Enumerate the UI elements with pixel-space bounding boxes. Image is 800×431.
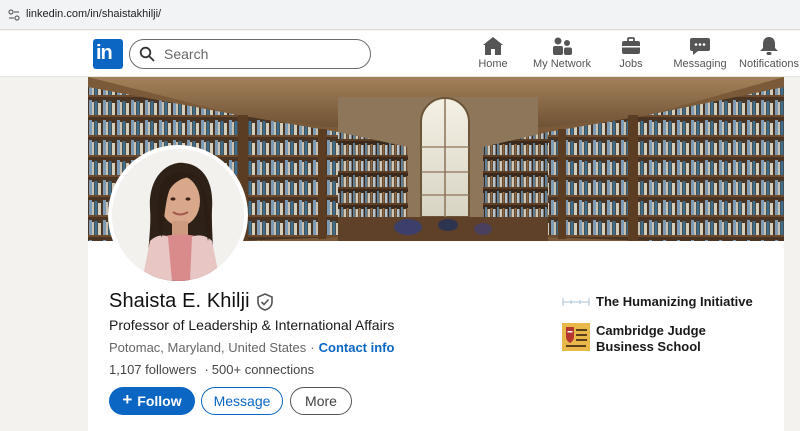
briefcase-icon (622, 37, 640, 54)
follow-button-label: Follow (137, 393, 182, 409)
nav-jobs[interactable]: Jobs (614, 36, 648, 76)
home-icon (483, 37, 503, 55)
logo-text: in (96, 42, 113, 64)
bell-icon (760, 37, 778, 55)
nav-jobs-label: Jobs (619, 58, 643, 70)
nav-my-network[interactable]: My Network (530, 36, 594, 76)
organization-name: The Humanizing Initiative (596, 294, 753, 309)
organization-name: Cambridge Judge Business School (596, 323, 706, 354)
organization-humanizing-initiative[interactable]: The Humanizing Initiative (562, 294, 766, 310)
nav-notifications[interactable]: Notifications (739, 36, 799, 76)
profile-name: Shaista E. Khilji (109, 290, 250, 312)
url-text[interactable]: linkedin.com/in/shaistakhilji/ (26, 8, 161, 20)
browser-url-bar[interactable]: linkedin.com/in/shaistakhilji/ (0, 0, 800, 30)
nav-my-network-label: My Network (532, 58, 592, 70)
message-button[interactable]: Message (201, 387, 283, 415)
nav-messaging[interactable]: Messaging (673, 36, 727, 76)
nav-messaging-label: Messaging (673, 58, 727, 70)
site-info-icon[interactable] (8, 9, 20, 21)
profile-photo[interactable] (108, 145, 248, 285)
separator-dot: · (204, 362, 209, 377)
contact-info-link[interactable]: Contact info (319, 340, 395, 355)
linkedin-logo[interactable]: in (93, 39, 123, 69)
follow-button[interactable]: + Follow (109, 387, 195, 415)
profile-location: Potomac, Maryland, United States (109, 340, 307, 355)
verified-shield-icon[interactable] (256, 292, 274, 311)
followers-count: 1,107 followers (109, 362, 197, 377)
plus-icon: + (122, 390, 133, 409)
humanizing-initiative-logo (562, 298, 590, 306)
name-row: Shaista E. Khilji (109, 290, 274, 313)
stats-row: 1,107 followers · 500+ connections (109, 362, 314, 377)
search-input[interactable] (164, 45, 354, 63)
nav-home-label: Home (478, 58, 508, 70)
profile-headline: Professor of Leadership & International … (109, 317, 395, 333)
more-button[interactable]: More (290, 387, 352, 415)
nav-home[interactable]: Home (475, 36, 511, 76)
nav-notifications-label: Notifications (739, 58, 799, 70)
more-button-label: More (305, 393, 337, 409)
message-button-label: Message (213, 393, 271, 409)
location-row: Potomac, Maryland, United States · Contact… (109, 340, 394, 355)
top-navigation: in Home My Network Jobs (0, 31, 800, 77)
cambridge-crest-logo (562, 323, 590, 351)
connections-count: 500+ connections (211, 362, 315, 377)
profile-photo-image (112, 149, 244, 281)
search-box[interactable] (129, 39, 371, 69)
search-icon (139, 46, 155, 62)
profile-card: Shaista E. Khilji Professor of Leadershi… (88, 77, 784, 431)
separator-dot: · (310, 340, 315, 355)
organization-cambridge-judge[interactable]: Cambridge Judge Business School (562, 323, 766, 355)
network-icon (553, 37, 572, 55)
chat-icon (690, 38, 710, 55)
